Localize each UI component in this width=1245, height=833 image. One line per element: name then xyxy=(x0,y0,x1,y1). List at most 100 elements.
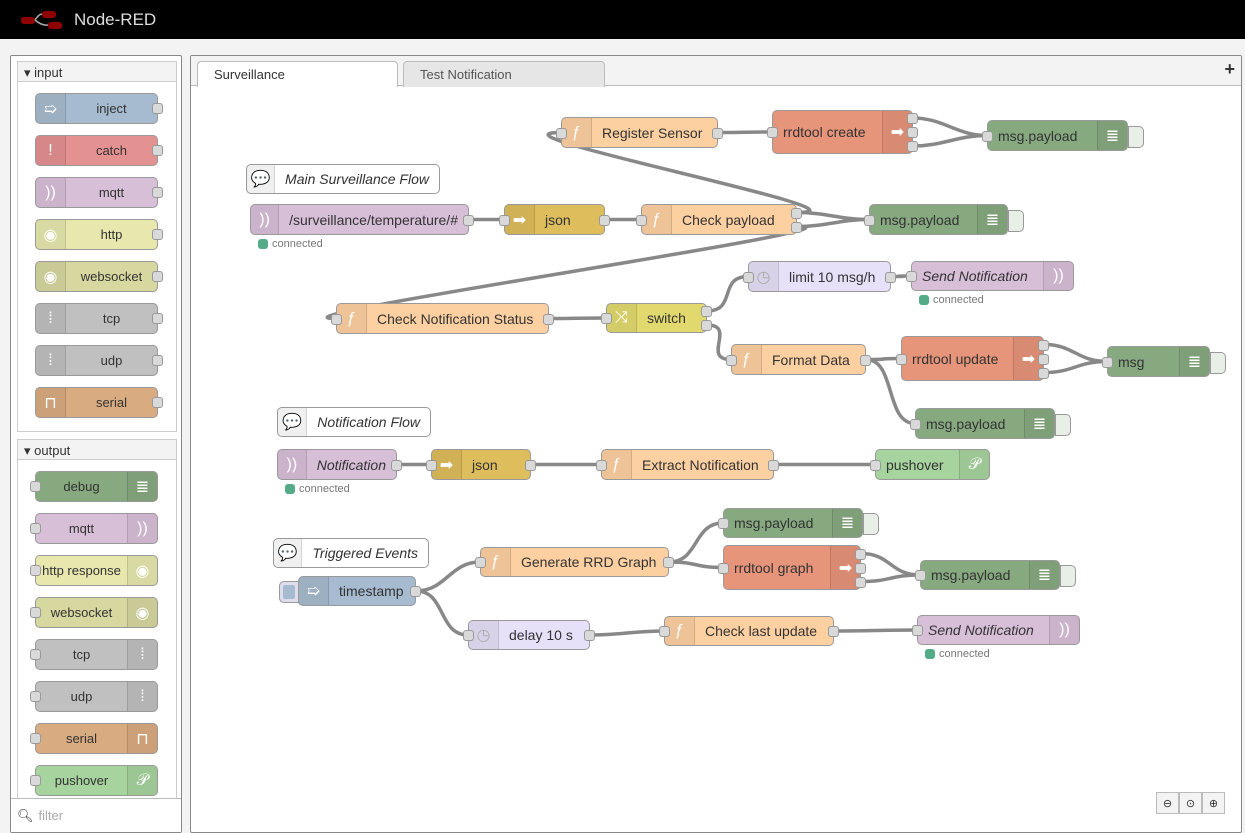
output-port[interactable] xyxy=(463,214,474,226)
debug-toggle-button[interactable] xyxy=(1210,351,1226,374)
inject-trigger-button[interactable] xyxy=(279,581,299,603)
wire[interactable] xyxy=(860,573,921,584)
flow-node-comment[interactable]: 💬 Notification Flow xyxy=(277,407,431,437)
wire[interactable] xyxy=(860,551,921,577)
input-port[interactable] xyxy=(596,459,607,471)
debug-toggle-button[interactable] xyxy=(1060,565,1076,587)
output-port[interactable] xyxy=(525,459,536,471)
flow-node-json[interactable]: ➡ json xyxy=(499,204,610,235)
flow-node-mqtt-out[interactable]: Send Notification)) xyxy=(906,261,1074,291)
wire[interactable] xyxy=(706,274,749,313)
output-port[interactable] xyxy=(410,586,421,597)
input-port[interactable] xyxy=(915,570,926,581)
wire[interactable] xyxy=(912,133,988,148)
output-port[interactable] xyxy=(701,320,712,331)
output-port[interactable] xyxy=(663,557,674,568)
wire[interactable] xyxy=(833,628,918,633)
flow-node-debug[interactable]: msg ≣ xyxy=(1102,346,1226,377)
output-port[interactable] xyxy=(584,630,595,641)
flow-node-switch[interactable]: ⤨ switch xyxy=(601,303,712,333)
flow-node-debug[interactable]: msg.payload ≣ xyxy=(864,204,1024,235)
output-port[interactable] xyxy=(1038,367,1049,379)
wire[interactable] xyxy=(668,521,724,564)
flow-node-delay[interactable]: ◷ delay 10 s xyxy=(463,620,595,650)
input-port[interactable] xyxy=(499,214,510,226)
flow-node-function[interactable]: ƒ Register Sensor xyxy=(556,117,723,148)
input-port[interactable] xyxy=(659,626,670,637)
flow-node-comment[interactable]: 💬 Triggered Events xyxy=(273,538,429,568)
output-port[interactable] xyxy=(791,221,802,233)
input-port[interactable] xyxy=(982,130,993,142)
input-port[interactable] xyxy=(906,271,917,282)
debug-toggle-button[interactable] xyxy=(1128,125,1144,148)
output-port[interactable] xyxy=(855,548,866,560)
output-port[interactable] xyxy=(907,141,918,152)
flow-node-function[interactable]: ƒ Extract Notification xyxy=(596,449,779,480)
flow-node-debug[interactable]: msg.payload ≣ xyxy=(910,408,1071,439)
wire[interactable] xyxy=(589,629,665,637)
flow-node-rrdtool[interactable]: rrdtool create ➡ xyxy=(767,110,918,154)
wire[interactable] xyxy=(717,130,773,135)
output-port[interactable] xyxy=(701,306,712,317)
input-port[interactable] xyxy=(556,127,567,139)
wire[interactable] xyxy=(1043,359,1108,375)
wire[interactable] xyxy=(912,116,988,138)
flow-node-debug[interactable]: msg.payload ≣ xyxy=(718,508,879,538)
output-port[interactable] xyxy=(599,214,610,226)
output-port[interactable] xyxy=(1038,339,1049,351)
output-port[interactable] xyxy=(543,313,554,325)
flow-node-mqtt-in[interactable]: )) /surveillance/temperature/# xyxy=(250,204,474,235)
debug-toggle-button[interactable] xyxy=(1055,413,1071,436)
flow-node-function[interactable]: ƒ Check Notification Status xyxy=(331,303,554,334)
output-port[interactable] xyxy=(791,207,802,219)
flow-node-debug[interactable]: msg.payload ≣ xyxy=(915,560,1076,590)
input-port[interactable] xyxy=(601,313,612,324)
flow-node-function[interactable]: ƒ Check payload xyxy=(636,204,802,235)
input-port[interactable] xyxy=(636,214,647,226)
input-port[interactable] xyxy=(475,557,486,568)
flow-node-delay[interactable]: ◷ limit 10 msg/h xyxy=(743,261,896,292)
flow-node-function[interactable]: ƒ Generate RRD Graph xyxy=(475,547,674,577)
flow-node-function[interactable]: ƒ Check last update xyxy=(659,616,839,646)
output-port[interactable] xyxy=(1038,353,1049,365)
flow-node-debug[interactable]: msg.payload ≣ xyxy=(982,120,1144,151)
flow-node-rrdtool[interactable]: rrdtool graph ➡ xyxy=(718,545,866,590)
debug-toggle-button[interactable] xyxy=(1008,209,1024,232)
input-port[interactable] xyxy=(463,630,474,641)
output-port[interactable] xyxy=(860,354,871,366)
wire[interactable] xyxy=(548,316,607,321)
output-port[interactable] xyxy=(828,626,839,637)
input-port[interactable] xyxy=(767,127,778,138)
input-port[interactable] xyxy=(718,518,729,529)
wire[interactable] xyxy=(668,560,724,570)
input-port[interactable] xyxy=(910,418,921,430)
input-port[interactable] xyxy=(896,353,907,365)
input-port[interactable] xyxy=(743,271,754,283)
flow-node-pushover[interactable]: pushover 𝒫 xyxy=(870,449,990,480)
output-port[interactable] xyxy=(885,271,896,283)
input-port[interactable] xyxy=(1102,356,1113,368)
input-port[interactable] xyxy=(726,354,737,366)
input-port[interactable] xyxy=(718,562,729,574)
output-port[interactable] xyxy=(391,459,402,471)
flow-node-inject[interactable]: ➯ timestamp xyxy=(279,576,421,606)
input-port[interactable] xyxy=(331,313,342,325)
flow-node-rrdtool[interactable]: rrdtool update ➡ xyxy=(896,336,1049,381)
wire[interactable] xyxy=(415,589,469,637)
output-port[interactable] xyxy=(768,459,779,471)
input-port[interactable] xyxy=(912,625,923,636)
flow-node-mqtt-in[interactable]: )) Notification xyxy=(277,449,402,480)
wire[interactable] xyxy=(796,217,870,229)
input-port[interactable] xyxy=(426,459,437,471)
flow-node-mqtt-out[interactable]: Send Notification)) xyxy=(912,615,1080,645)
output-port[interactable] xyxy=(712,127,723,139)
output-port[interactable] xyxy=(907,127,918,138)
wire[interactable] xyxy=(1043,342,1108,364)
flow-node-function[interactable]: ƒ Format Data xyxy=(726,344,871,375)
output-port[interactable] xyxy=(855,576,866,588)
flow-node-comment[interactable]: 💬 Main Surveillance Flow xyxy=(246,164,440,194)
debug-toggle-button[interactable] xyxy=(863,513,879,535)
input-port[interactable] xyxy=(864,214,875,226)
output-port[interactable] xyxy=(855,562,866,574)
input-port[interactable] xyxy=(870,459,881,471)
